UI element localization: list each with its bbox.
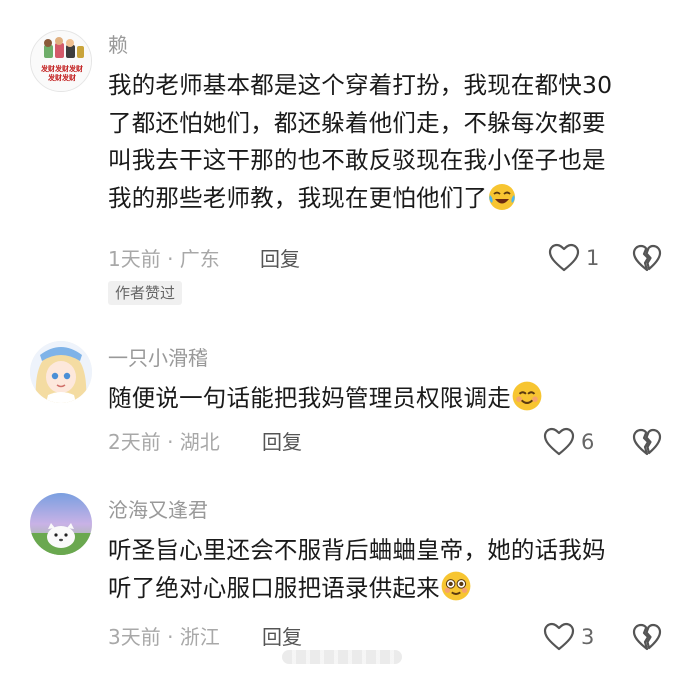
- avatar-image: [30, 493, 92, 555]
- username[interactable]: 沧海又逢君: [108, 498, 208, 522]
- comment-line: 我的老师基本都是这个穿着打扮，我现在都快30: [108, 71, 613, 99]
- avatar-image: [30, 341, 92, 403]
- comment-text: 我的老师基本都是这个穿着打扮，我现在都快30 了都还怕她们，都还躲着他们走，不躲…: [108, 67, 668, 217]
- comment-meta: 2天前 · 湖北: [108, 430, 220, 454]
- like-button[interactable]: 6: [543, 427, 603, 459]
- like-count: 6: [581, 430, 595, 454]
- comment-line: 听圣旨心里还会不服背后蛐蛐皇帝，她的话我妈: [108, 536, 606, 564]
- heart-icon: [548, 243, 580, 272]
- comment-line-text: 随便说一句话能把我妈管理员权限调走: [108, 384, 511, 412]
- comment-line: 听了绝对心服口服把语录供起来: [108, 570, 668, 608]
- smiling-face-emoji: [512, 381, 542, 411]
- broken-heart-icon[interactable]: [632, 428, 662, 458]
- broken-heart-icon[interactable]: [632, 244, 662, 274]
- comment-meta: 1天前 · 广东: [108, 247, 220, 271]
- flushed-face-emoji: [441, 571, 471, 600]
- crying-laughing-emoji: [489, 183, 516, 210]
- like-button[interactable]: 1: [548, 243, 608, 275]
- like-count: 3: [581, 625, 595, 649]
- author-liked-badge: 作者赞过: [108, 281, 183, 305]
- comment-text: 听圣旨心里还会不服背后蛐蛐皇帝，她的话我妈 听了绝对心服口服把语录供起来: [108, 532, 668, 607]
- like-count: 1: [586, 246, 600, 270]
- comment-text: 随便说一句话能把我妈管理员权限调走: [108, 380, 668, 418]
- username[interactable]: 一只小滑稽: [108, 346, 208, 370]
- reply-button[interactable]: 回复: [262, 625, 302, 649]
- comment-line: 叫我去干这干那的也不敢反驳现在我小侄子也是: [108, 146, 606, 174]
- comment-line-text: 听了绝对心服口服把语录供起来: [108, 573, 440, 602]
- comment-line: 了都还怕她们，都还躲着他们走，不躲每次都要: [108, 108, 606, 137]
- comment-meta: 3天前 · 浙江: [108, 625, 220, 649]
- avatar[interactable]: 发财发财发财 发财发财: [30, 30, 92, 92]
- comment-list: 发财发财发财 发财发财 赖 我的老师基本都是这个穿着打扮，我现在都快30 了都还…: [0, 0, 690, 673]
- avatar[interactable]: [30, 341, 92, 403]
- reply-button[interactable]: 回复: [260, 247, 300, 271]
- like-button[interactable]: 3: [543, 622, 603, 654]
- heart-icon: [543, 622, 575, 651]
- broken-heart-icon[interactable]: [632, 623, 662, 653]
- reply-button[interactable]: 回复: [262, 430, 302, 454]
- watermark: [282, 650, 402, 664]
- heart-icon: [543, 427, 575, 456]
- avatar-caption: 发财发财: [48, 74, 76, 82]
- comment-line: 随便说一句话能把我妈管理员权限调走: [108, 380, 668, 418]
- avatar[interactable]: [30, 493, 92, 555]
- comment-line-text: 我的那些老师教，我现在更怕他们了: [108, 183, 488, 212]
- username[interactable]: 赖: [108, 33, 128, 57]
- avatar-caption: 发财发财发财: [41, 65, 83, 73]
- comment-line: 我的那些老师教，我现在更怕他们了: [108, 180, 668, 218]
